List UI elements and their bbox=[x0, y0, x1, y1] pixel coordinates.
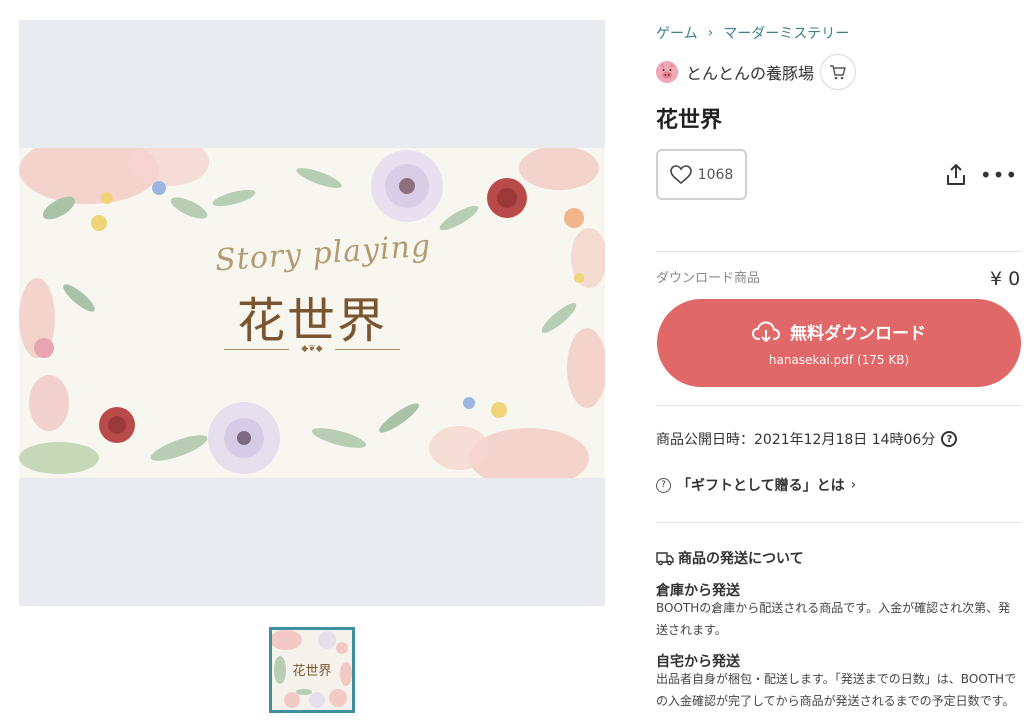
product-title: 花世界 bbox=[656, 108, 723, 133]
question-circle-icon: ? bbox=[656, 477, 671, 493]
thumbnail-strip: 花世界 bbox=[19, 627, 605, 713]
breadcrumb-subcategory[interactable]: マーダーミステリー bbox=[723, 23, 849, 43]
like-count: 1068 bbox=[697, 166, 734, 183]
product-main-image[interactable]: Story playing 花世界 ◆❦◆ bbox=[19, 20, 605, 606]
divider bbox=[656, 251, 1022, 252]
cart-button[interactable] bbox=[820, 54, 857, 90]
thumbnail-title: 花世界 bbox=[292, 664, 332, 679]
heart-icon bbox=[669, 164, 692, 184]
free-download-button[interactable]: 無料ダウンロード hanasekai.pdf (175 KB) bbox=[657, 299, 1021, 387]
publish-date: 商品公開日時：2021年12月18日 14時06分 ? bbox=[656, 429, 958, 449]
banner-title: 花世界 bbox=[236, 293, 387, 349]
product-banner: Story playing 花世界 ◆❦◆ bbox=[19, 148, 605, 478]
pig-icon[interactable] bbox=[656, 61, 678, 83]
shipping-heading: 商品の発送について bbox=[656, 548, 804, 568]
ornament-icon: ◆❦◆ bbox=[289, 344, 335, 354]
truck-icon bbox=[656, 552, 674, 566]
shipping-heading-label: 商品の発送について bbox=[678, 551, 804, 567]
share-button[interactable] bbox=[943, 162, 969, 188]
shop-name[interactable]: とんとんの養豚場 bbox=[686, 60, 814, 84]
shop-info: とんとんの養豚場 bbox=[656, 54, 857, 90]
question-icon[interactable]: ? bbox=[941, 431, 958, 447]
product-type-label: ダウンロード商品 bbox=[656, 271, 761, 286]
gift-info-label: 「ギフトとして贈る」とは bbox=[677, 478, 845, 494]
download-file-info: hanasekai.pdf (175 KB) bbox=[768, 353, 910, 367]
gift-info-link[interactable]: ? 「ギフトとして贈る」とは › bbox=[656, 475, 856, 495]
cloud-download-icon bbox=[752, 320, 780, 342]
share-icon bbox=[947, 164, 965, 185]
price: ¥ 0 bbox=[990, 268, 1021, 290]
like-button[interactable]: 1068 bbox=[656, 149, 747, 200]
thumbnail-1[interactable]: 花世界 bbox=[269, 627, 355, 713]
download-main: 無料ダウンロード bbox=[752, 319, 926, 344]
divider bbox=[656, 522, 1022, 523]
breadcrumb: ゲーム › マーダーミステリー bbox=[656, 23, 849, 43]
chevron-right-icon: › bbox=[850, 477, 857, 493]
breadcrumb-separator: › bbox=[707, 25, 714, 41]
breadcrumb-category[interactable]: ゲーム bbox=[656, 23, 698, 43]
warehouse-shipping-desc: BOOTHの倉庫から配送される商品です。入金が確認され次第、発送されます。 bbox=[656, 601, 1011, 637]
publish-date-label: 商品公開日時：2021年12月18日 14時06分 bbox=[656, 432, 936, 448]
image-gallery: Story playing 花世界 ◆❦◆ 花世界 bbox=[19, 20, 605, 713]
cart-icon bbox=[830, 65, 846, 80]
more-options-button[interactable]: ••• bbox=[980, 162, 1017, 188]
home-shipping-desc: 出品者自身が梱包・配送します。「発送までの日数」は、BOOTHでの入金確認が完了… bbox=[656, 672, 1017, 708]
download-label: 無料ダウンロード bbox=[790, 324, 926, 344]
divider bbox=[656, 405, 1022, 406]
